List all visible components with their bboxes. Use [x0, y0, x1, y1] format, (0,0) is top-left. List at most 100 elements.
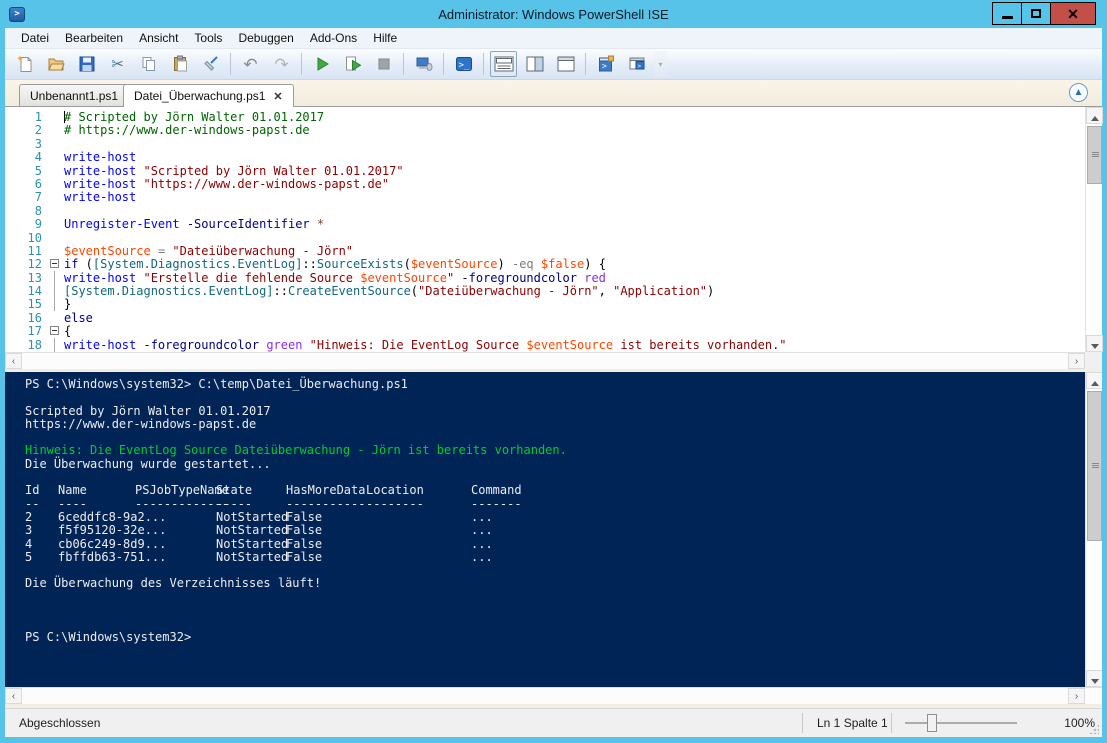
fold-collapse-icon[interactable] — [50, 259, 59, 268]
tab-unbenannt1[interactable]: Unbenannt1.ps1 — [19, 84, 129, 106]
scroll-right-arrow[interactable]: › — [1068, 688, 1085, 704]
menu-item-add-ons[interactable]: Add-Ons — [302, 29, 365, 47]
code-line: 14 [System.Diagnostics.EventLog]::CreateE… — [5, 284, 1085, 297]
scroll-up-arrow[interactable] — [1086, 372, 1102, 389]
line-number: 8 — [5, 204, 46, 217]
scroll-down-arrow[interactable] — [1086, 335, 1103, 352]
close-button[interactable]: ✕ — [1050, 2, 1096, 25]
fold-gutter — [46, 311, 64, 324]
fold-collapse-icon[interactable] — [50, 326, 59, 335]
line-number: 17 — [5, 324, 46, 337]
console-line: Die Überwachung des Verzeichnisses läuft… — [25, 576, 1062, 589]
scroll-down-arrow[interactable] — [1086, 670, 1102, 687]
console-line — [25, 563, 1062, 576]
line-number: 14 — [5, 284, 46, 297]
code-line: 13write-host "Erstelle die fehlende Sour… — [5, 271, 1085, 284]
menu-item-debuggen[interactable]: Debuggen — [230, 29, 301, 47]
console-horizontal-scrollbar[interactable]: ‹ › — [5, 687, 1102, 704]
scroll-left-arrow[interactable]: ‹ — [5, 353, 22, 369]
clear-output-button[interactable] — [197, 51, 224, 77]
maximize-icon — [1031, 9, 1041, 18]
menu-item-tools[interactable]: Tools — [186, 29, 230, 47]
console-pane[interactable]: PS C:\Windows\system32> C:\temp\Datei_Üb… — [5, 372, 1102, 687]
zoom-slider[interactable] — [905, 722, 1017, 724]
job-table-cell: 3 — [25, 523, 32, 537]
fold-gutter — [46, 297, 64, 310]
run-selection-button[interactable] — [339, 51, 366, 77]
line-number: 1 — [5, 110, 46, 123]
menu-item-ansicht[interactable]: Ansicht — [131, 29, 186, 47]
code-text: write-host — [64, 190, 136, 203]
new-powershell-tab-icon: > — [597, 55, 615, 73]
paste-button[interactable] — [166, 51, 193, 77]
scroll-right-arrow[interactable]: › — [1068, 353, 1085, 369]
status-text: Abgeschlossen — [19, 716, 100, 730]
toolbar-separator — [585, 53, 586, 75]
toolbar-separator — [483, 53, 484, 75]
cut-icon: ✂ — [111, 57, 124, 72]
fold-gutter — [46, 284, 64, 297]
code-line: 11$eventSource = "Dateiüberwachung - Jör… — [5, 244, 1085, 257]
code-line: 2# https://www.der-windows-papst.de — [5, 123, 1085, 136]
fold-gutter[interactable] — [46, 257, 64, 270]
minimize-button[interactable] — [992, 2, 1021, 25]
job-table-cell: False — [286, 550, 322, 564]
console-line: https://www.der-windows-papst.de — [25, 417, 1062, 430]
scroll-up-arrow[interactable] — [1086, 107, 1103, 124]
tab-datei-ueberwachung[interactable]: Datei_Überwachung.ps1 ✕ — [123, 84, 294, 107]
fold-gutter — [46, 271, 64, 284]
collapse-script-pane-button[interactable]: ▲ — [1069, 83, 1088, 102]
scroll-left-arrow[interactable]: ‹ — [5, 688, 22, 704]
fold-gutter[interactable] — [46, 324, 64, 337]
code-text: else — [64, 311, 93, 324]
layout-script-right-button[interactable] — [521, 51, 548, 77]
script-editor-code[interactable]: 1# Scripted by Jörn Walter 01.01.20172# … — [5, 107, 1085, 352]
layout-script-top-button[interactable] — [490, 51, 517, 77]
tab-close-icon[interactable]: ✕ — [273, 90, 282, 103]
script-editor-pane[interactable]: 1# Scripted by Jörn Walter 01.01.20172# … — [5, 106, 1102, 369]
menu-item-bearbeiten[interactable]: Bearbeiten — [57, 29, 131, 47]
run-selection-icon — [344, 55, 362, 73]
copy-button[interactable] — [135, 51, 162, 77]
code-text: write-host "https://www.der-windows-paps… — [64, 177, 389, 190]
layout-script-maximized-icon — [556, 55, 576, 73]
undo-button[interactable]: ↶ — [237, 51, 264, 77]
new-file-icon — [16, 55, 34, 73]
toolbar-overflow-icon[interactable]: ▾ — [654, 51, 667, 77]
menu-item-datei[interactable]: Datei — [13, 29, 57, 47]
stop-button[interactable] — [370, 51, 397, 77]
zoom-slider-thumb[interactable] — [927, 714, 937, 732]
job-table-cell: NotStarted — [216, 550, 288, 564]
job-table-row: 4cb06c249-8d9...NotStartedFalse... — [25, 537, 1062, 550]
job-table-row: 26ceddfc8-9a2...NotStartedFalse... — [25, 510, 1062, 523]
job-table-cell: ---- — [58, 497, 87, 511]
fold-guide-line — [54, 297, 55, 310]
job-table-cell: fbffdb63-751... — [58, 550, 166, 564]
maximize-button[interactable] — [1021, 2, 1050, 25]
fold-guide-line — [54, 284, 55, 297]
console-vertical-scrollbar[interactable] — [1085, 372, 1102, 687]
menu-item-hilfe[interactable]: Hilfe — [365, 29, 405, 47]
start-powershell-button[interactable]: >_ — [450, 51, 477, 77]
job-table-cell: NotStarted — [216, 510, 288, 524]
editor-horizontal-scrollbar[interactable]: ‹ › — [5, 352, 1085, 369]
code-text: # https://www.der-windows-papst.de — [64, 123, 310, 136]
new-remote-powershell-tab-button[interactable] — [410, 51, 437, 77]
layout-script-maximized-button[interactable] — [552, 51, 579, 77]
new-file-button[interactable] — [11, 51, 38, 77]
cut-button[interactable]: ✂ — [104, 51, 131, 77]
run-script-button[interactable] — [308, 51, 335, 77]
code-text: $eventSource = "Dateiüberwachung - Jörn" — [64, 244, 353, 257]
new-powershell-tab-button[interactable]: > — [592, 51, 619, 77]
redo-button[interactable]: ↷ — [268, 51, 295, 77]
editor-vertical-scrollbar[interactable] — [1085, 107, 1102, 352]
open-button[interactable] — [42, 51, 69, 77]
save-button[interactable] — [73, 51, 100, 77]
console-line — [25, 603, 1062, 616]
console-scrollbar-thumb[interactable] — [1087, 391, 1102, 541]
code-text: [System.Diagnostics.EventLog]::CreateEve… — [64, 284, 714, 297]
powershell-ise-window: > Administrator: Windows PowerShell ISE … — [0, 0, 1107, 743]
powershell-window-button[interactable]: > — [623, 51, 650, 77]
editor-scrollbar-thumb[interactable] — [1087, 126, 1102, 184]
job-table-row: 5fbffdb63-751...NotStartedFalse... — [25, 550, 1062, 563]
